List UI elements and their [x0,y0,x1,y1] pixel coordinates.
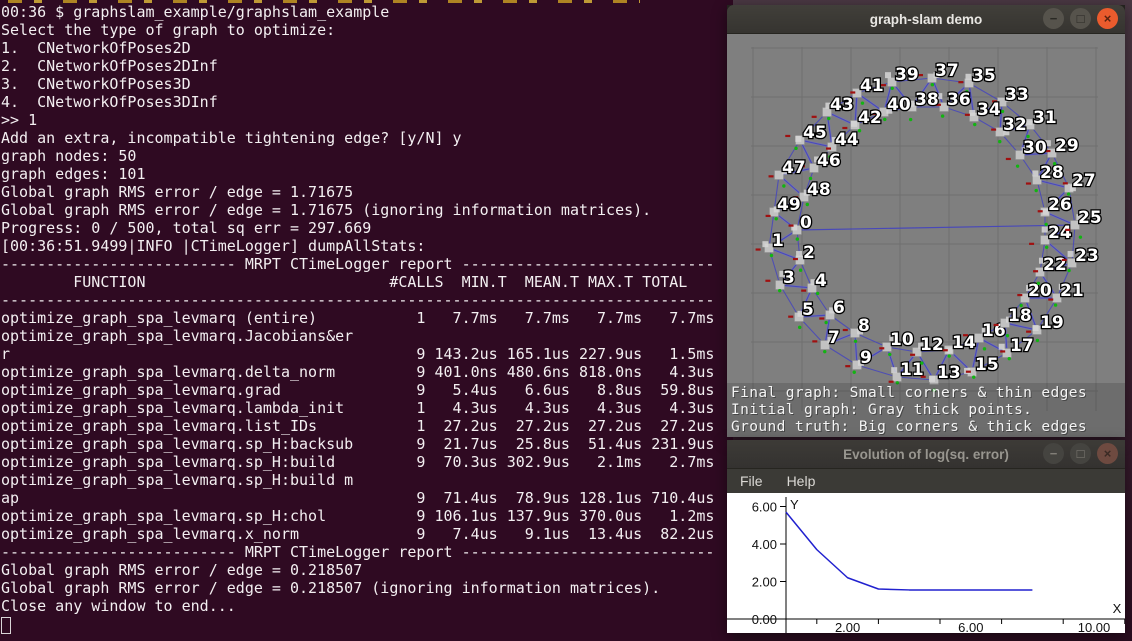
terminal-output: 00:36 $ graphslam_example/graphslam_exam… [0,0,733,615]
svg-text:5: 5 [802,300,814,320]
graph-slam-demo-window: graph-slam demo − □ × 012345678910111213… [727,5,1125,437]
svg-text:21: 21 [1060,281,1084,301]
graph-window-titlebar[interactable]: graph-slam demo − □ × [727,5,1125,34]
svg-text:38: 38 [915,90,939,110]
svg-text:36: 36 [947,90,971,110]
svg-text:30: 30 [1023,138,1047,158]
svg-text:2.00: 2.00 [752,575,777,590]
svg-text:22: 22 [1043,255,1067,275]
menubar: File Help [727,469,1125,493]
svg-text:4: 4 [815,271,827,291]
svg-text:4.00: 4.00 [752,537,777,552]
svg-text:10: 10 [890,330,914,350]
minimize-icon[interactable]: − [1043,8,1064,29]
svg-text:1: 1 [772,231,784,251]
svg-text:42: 42 [858,108,882,128]
svg-text:6.00: 6.00 [752,500,777,515]
window-controls: − □ × [1043,443,1118,464]
svg-text:19: 19 [1040,313,1064,333]
maximize-icon[interactable]: □ [1070,8,1091,29]
svg-text:24: 24 [1048,223,1072,243]
graph-canvas: 0123456789101112131415161718192021222324… [727,34,1125,437]
legend-line-initial: Initial graph: Gray thick points. [731,402,1032,418]
svg-text:17: 17 [1010,336,1034,356]
maximize-icon[interactable]: □ [1070,443,1091,464]
menu-item-help[interactable]: Help [787,473,816,489]
svg-text:2: 2 [803,243,815,263]
svg-text:X: X [1113,601,1122,616]
svg-text:9: 9 [860,348,872,368]
svg-text:23: 23 [1075,246,1099,266]
graph-window-title: graph-slam demo [870,12,983,27]
svg-text:41: 41 [860,76,884,96]
svg-text:48: 48 [807,180,831,200]
svg-text:46: 46 [817,151,841,171]
clipped-previous-line-artifact [8,0,640,3]
svg-text:7: 7 [828,328,840,348]
svg-text:13: 13 [937,363,961,383]
svg-text:47: 47 [782,158,806,178]
svg-text:37: 37 [935,61,959,81]
svg-text:18: 18 [1008,306,1032,326]
legend-line-final: Final graph: Small corners & thin edges [731,385,1087,401]
svg-text:Y: Y [790,497,799,512]
terminal-window[interactable]: 00:36 $ graphslam_example/graphslam_exam… [0,0,733,641]
svg-text:33: 33 [1005,85,1029,105]
svg-text:0: 0 [800,213,812,233]
error-chart-area: 0.00 2.00 4.00 6.00 2.00 6.00 10.00 Y X [727,493,1125,633]
svg-text:27: 27 [1072,171,1096,191]
svg-text:10.00: 10.00 [1078,620,1111,633]
svg-text:32: 32 [1003,115,1027,135]
svg-text:8: 8 [858,316,870,336]
window-controls: − □ × [1043,8,1118,29]
svg-text:6: 6 [833,298,845,318]
svg-text:44: 44 [835,130,859,150]
svg-text:28: 28 [1040,163,1064,183]
minimize-icon[interactable]: − [1043,443,1064,464]
svg-text:3: 3 [783,268,795,288]
svg-text:2.00: 2.00 [835,620,860,633]
terminal-cursor [1,617,11,634]
svg-text:25: 25 [1078,208,1102,228]
svg-text:43: 43 [830,95,854,115]
error-window-title: Evolution of log(sq. error) [843,447,1009,462]
svg-text:12: 12 [920,335,944,355]
svg-text:26: 26 [1048,195,1072,215]
graph-3d-viewport[interactable]: 0123456789101112131415161718192021222324… [727,34,1125,437]
desktop: 00:36 $ graphslam_example/graphslam_exam… [0,0,1132,641]
svg-text:40: 40 [887,95,911,115]
svg-text:35: 35 [972,66,996,86]
close-icon[interactable]: × [1097,8,1118,29]
error-window-titlebar[interactable]: Evolution of log(sq. error) − □ × [727,440,1125,469]
svg-text:34: 34 [977,100,1001,120]
svg-text:31: 31 [1033,108,1057,128]
error-plot-window: Evolution of log(sq. error) − □ × File H… [727,440,1125,633]
svg-text:15: 15 [975,355,999,375]
legend-line-ground: Ground truth: Big corners & thick edges [731,419,1087,435]
svg-text:45: 45 [803,123,827,143]
error-chart-canvas: 0.00 2.00 4.00 6.00 2.00 6.00 10.00 Y X [727,493,1125,633]
svg-text:6.00: 6.00 [958,620,983,633]
svg-text:0.00: 0.00 [752,612,777,627]
close-icon[interactable]: × [1097,443,1118,464]
menu-item-file[interactable]: File [740,473,763,489]
svg-text:11: 11 [900,360,924,380]
legend-overlay: Final graph: Small corners & thin edges … [727,383,1125,437]
svg-text:29: 29 [1055,136,1079,156]
svg-text:39: 39 [895,65,919,85]
svg-text:49: 49 [777,195,801,215]
